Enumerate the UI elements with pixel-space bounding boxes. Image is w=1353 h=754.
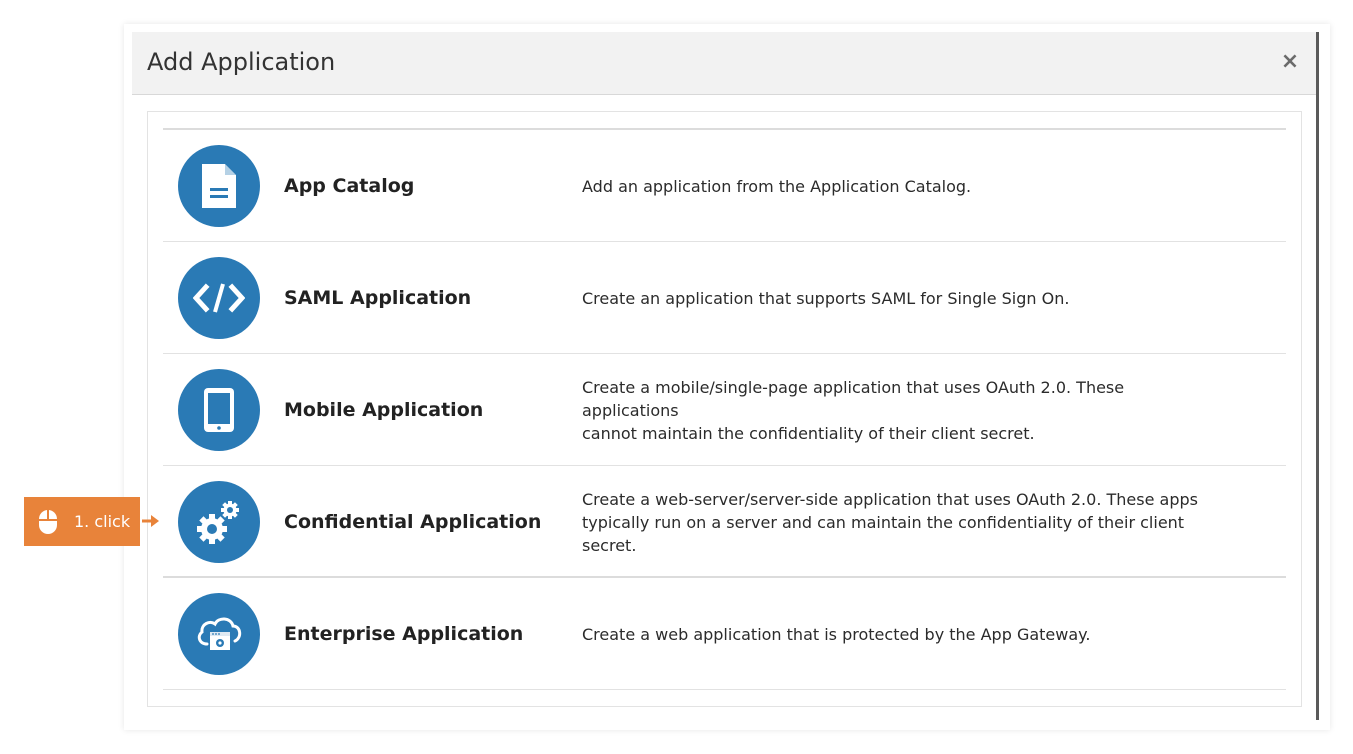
option-description: Create a web application that is protect…: [582, 578, 1222, 690]
app-catalog-option[interactable]: App Catalog Add an application from the …: [163, 130, 1286, 242]
dialog-body: App Catalog Add an application from the …: [147, 111, 1302, 707]
option-description: Create a web-server/server-side applicat…: [582, 466, 1222, 578]
tablet-icon: [178, 369, 260, 451]
close-button[interactable]: ×: [1278, 50, 1302, 74]
mouse-icon: [39, 510, 57, 534]
description-line: Create a web application that is protect…: [582, 624, 1091, 644]
confidential-application-option[interactable]: Confidential Application Create a web-se…: [163, 466, 1286, 578]
dialog-header: Add Application ×: [132, 32, 1316, 95]
code-icon: [178, 257, 260, 339]
option-title: SAML Application: [284, 287, 472, 309]
description-line: typically run on a server and can mainta…: [582, 512, 1185, 555]
description-line: Create an application that supports SAML…: [582, 288, 1070, 308]
click-callout: 1. click: [24, 497, 140, 546]
description-line: Create a mobile/single-page application …: [582, 377, 1125, 420]
option-title: Mobile Application: [284, 399, 484, 421]
option-description: Create a mobile/single-page application …: [582, 354, 1222, 466]
option-description: Create an application that supports SAML…: [582, 242, 1222, 354]
option-description: Add an application from the Application …: [582, 130, 1222, 242]
document-icon: [178, 145, 260, 227]
option-title: Enterprise Application: [284, 623, 524, 645]
mobile-application-option[interactable]: Mobile Application Create a mobile/singl…: [163, 354, 1286, 466]
arrow-right-icon: [142, 515, 159, 527]
add-application-dialog: Add Application × App Catalog Add an app…: [132, 32, 1319, 720]
saml-application-option[interactable]: SAML Application Create an application t…: [163, 242, 1286, 354]
gears-icon: [178, 481, 260, 563]
description-line: Add an application from the Application …: [582, 176, 972, 196]
description-line: cannot maintain the confidentiality of t…: [582, 423, 1035, 443]
enterprise-application-option[interactable]: Enterprise Application Create a web appl…: [163, 578, 1286, 690]
option-title: Confidential Application: [284, 511, 542, 533]
option-title: App Catalog: [284, 175, 415, 197]
application-type-list: App Catalog Add an application from the …: [163, 128, 1286, 690]
description-line: Create a web-server/server-side applicat…: [582, 489, 1198, 509]
cloud-gateway-icon: [178, 593, 260, 675]
callout-label: 1. click: [74, 512, 131, 531]
dialog-title: Add Application: [147, 48, 336, 76]
